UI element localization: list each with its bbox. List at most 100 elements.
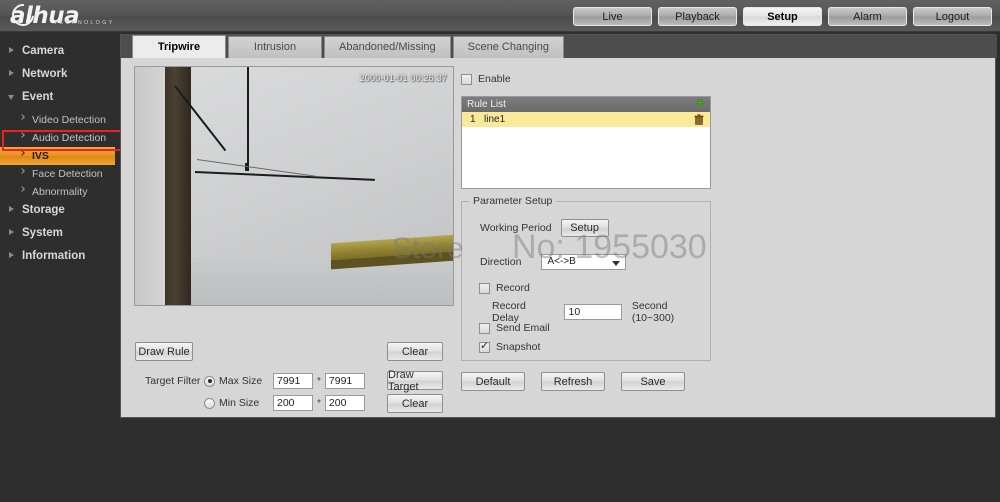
- send-email-label: Send Email: [496, 322, 550, 334]
- sidebar-item-label: Network: [22, 68, 68, 80]
- sidebar-item-label: Face Detection: [32, 168, 103, 180]
- target-filter-label: Target Filter: [145, 375, 201, 387]
- min-size-row: Min Size 200 * 200: [204, 395, 365, 411]
- sidebar-item-label: Information: [22, 250, 86, 262]
- snapshot-label: Snapshot: [496, 341, 541, 353]
- chevron-down-icon: [8, 95, 14, 100]
- brand-logo: alhua TECHNOLOGY: [7, 0, 140, 31]
- sidebar-item-camera[interactable]: Camera: [0, 42, 120, 60]
- min-size-separator: *: [317, 397, 321, 409]
- direction-select[interactable]: A<->B: [541, 254, 627, 270]
- sidebar-item-ivs[interactable]: IVS: [0, 147, 115, 165]
- brand-tagline: TECHNOLOGY: [54, 20, 115, 26]
- tab-tripwire[interactable]: Tripwire: [132, 35, 226, 58]
- sidebar-item-label: Audio Detection: [32, 132, 107, 144]
- enable-checkbox[interactable]: [461, 73, 472, 85]
- chevron-right-icon: [19, 150, 25, 156]
- nav-button-live[interactable]: Live: [573, 7, 652, 26]
- sidebar-item-label: Storage: [22, 204, 65, 216]
- rule-name: line1: [484, 114, 506, 125]
- nav-button-alarm[interactable]: Alarm: [828, 7, 907, 26]
- rule-list-rows: 1 line1: [462, 112, 710, 127]
- max-size-width-input[interactable]: 7991: [273, 373, 313, 389]
- max-size-label: Max Size: [219, 375, 263, 387]
- max-size-separator: *: [317, 375, 321, 387]
- sidebar-item-face-detection[interactable]: Face Detection: [0, 165, 120, 183]
- rule-list-row[interactable]: 1 line1: [462, 112, 710, 127]
- snapshot-row: Snapshot: [479, 339, 541, 353]
- direction-row: Direction A<->B: [480, 254, 627, 270]
- nav-button-logout[interactable]: Logout: [913, 7, 992, 26]
- clear-target-button[interactable]: Clear: [387, 394, 443, 413]
- tab-abandoned-missing[interactable]: Abandoned/Missing: [324, 36, 451, 58]
- sidebar-item-label: Event: [22, 91, 54, 103]
- send-email-row: Send Email: [479, 322, 550, 334]
- app-root: alhua TECHNOLOGY Live Playback Setup Alarm L…: [0, 0, 1000, 502]
- add-rule-icon[interactable]: [694, 99, 705, 110]
- chevron-right-icon: [19, 186, 25, 192]
- video-timestamp: 2000-01-01 00:26:37: [359, 73, 447, 83]
- min-size-radio[interactable]: [204, 397, 215, 409]
- sidebar-item-information[interactable]: Information: [0, 247, 120, 265]
- draw-target-button[interactable]: Draw Target: [387, 369, 443, 393]
- sidebar-item-event[interactable]: Event: [0, 88, 120, 106]
- snapshot-checkbox[interactable]: [479, 339, 490, 353]
- record-delay-label: Record Delay: [492, 300, 526, 324]
- chevron-right-icon: [19, 114, 25, 120]
- direction-label: Direction: [480, 256, 522, 268]
- working-period-setup-button[interactable]: Setup: [560, 219, 609, 237]
- sidebar-item-label: Camera: [22, 45, 65, 57]
- rule-index: 1: [470, 114, 476, 125]
- chevron-right-icon: [9, 229, 14, 235]
- delete-rule-icon[interactable]: [694, 114, 704, 125]
- record-checkbox[interactable]: [479, 282, 490, 294]
- tab-scene-changing[interactable]: Scene Changing: [452, 36, 564, 58]
- chevron-right-icon: [19, 132, 25, 138]
- max-size-row: Max Size 7991 * 7991: [204, 373, 365, 389]
- draw-rule-button[interactable]: Draw Rule: [135, 342, 193, 361]
- tab-bar: Tripwire Intrusion Abandoned/Missing Scene …: [121, 35, 997, 58]
- nav-button-setup[interactable]: Setup: [743, 7, 822, 26]
- default-button[interactable]: Default: [461, 372, 525, 391]
- max-size-height-input[interactable]: 7991: [324, 373, 365, 389]
- record-delay-input[interactable]: 10: [563, 304, 622, 320]
- chevron-right-icon: [19, 168, 25, 174]
- send-email-checkbox[interactable]: [479, 322, 490, 334]
- min-size-label: Min Size: [219, 397, 260, 409]
- enable-row: Enable: [461, 73, 511, 85]
- sidebar-item-storage[interactable]: Storage: [0, 201, 120, 219]
- chevron-down-icon: [612, 261, 621, 266]
- top-navigation: Live Playback Setup Alarm Logout: [573, 7, 992, 26]
- record-row: Record: [479, 282, 530, 294]
- working-period-row: Working Period Setup: [480, 219, 609, 237]
- rule-list-header: Rule List: [462, 97, 710, 112]
- sidebar-item-label: System: [22, 227, 63, 239]
- sidebar-item-video-detection[interactable]: Video Detection: [0, 111, 120, 129]
- enable-label: Enable: [478, 73, 511, 85]
- direction-value: A<->B: [547, 256, 576, 267]
- working-period-label: Working Period: [480, 222, 552, 234]
- rule-list-title: Rule List: [467, 99, 506, 110]
- clear-rule-button[interactable]: Clear: [387, 342, 443, 361]
- sidebar-menu: Camera Network Event Video Detection Audio D…: [0, 32, 120, 502]
- min-size-width-input[interactable]: 200: [273, 395, 313, 411]
- save-button[interactable]: Save: [621, 372, 685, 391]
- sidebar-item-system[interactable]: System: [0, 224, 120, 242]
- refresh-button[interactable]: Refresh: [541, 372, 605, 391]
- chevron-right-icon: [9, 70, 14, 76]
- min-size-height-input[interactable]: 200: [324, 395, 365, 411]
- sidebar-item-label: IVS: [32, 150, 49, 162]
- rule-list: Rule List 1 line1: [461, 96, 711, 189]
- record-label: Record: [496, 282, 530, 294]
- sidebar-item-network[interactable]: Network: [0, 65, 120, 83]
- tab-intrusion[interactable]: Intrusion: [228, 36, 322, 58]
- nav-button-playback[interactable]: Playback: [658, 7, 737, 26]
- main-panel: Tripwire Intrusion Abandoned/Missing Scene …: [120, 34, 997, 418]
- record-delay-unit: Second (10~300): [631, 300, 675, 324]
- video-preview[interactable]: 2000-01-01 00:26:37: [134, 66, 454, 306]
- header-bar: alhua TECHNOLOGY Live Playback Setup Alarm L…: [0, 0, 1000, 32]
- parameter-setup-group: Parameter Setup Working Period Setup Dir…: [461, 195, 711, 361]
- max-size-radio[interactable]: [204, 375, 215, 387]
- sidebar-item-audio-detection[interactable]: Audio Detection: [0, 129, 120, 147]
- sidebar-item-abnormality[interactable]: Abnormality: [0, 183, 120, 201]
